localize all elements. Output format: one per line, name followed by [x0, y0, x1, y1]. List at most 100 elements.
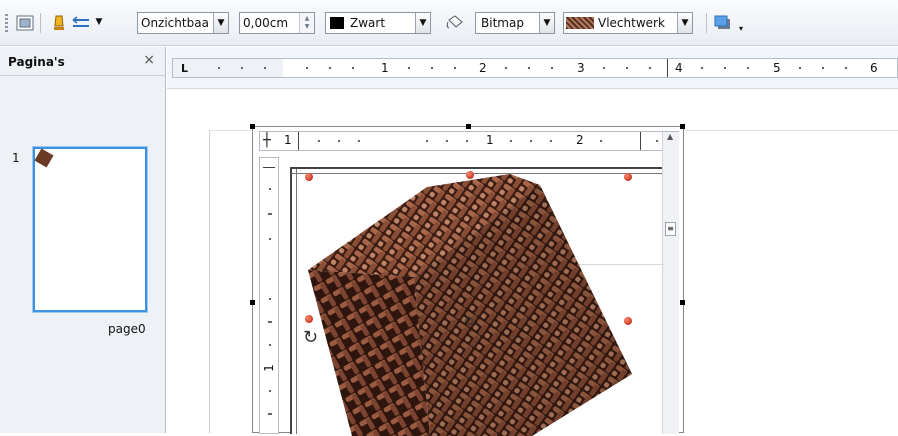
line-arrows-icon[interactable]	[70, 12, 92, 34]
pages-panel: Pagina's × 1 page0	[0, 47, 166, 433]
close-icon[interactable]: ×	[143, 52, 155, 68]
shadow-icon[interactable]	[712, 12, 734, 34]
embedded-object-frame[interactable]: ┼ 1 1 2 1 ▲ ≡ ↻	[250, 124, 685, 436]
selection-handle[interactable]	[466, 171, 474, 179]
ruler-tick	[241, 67, 243, 69]
page-name: page0	[108, 322, 146, 336]
ruler-tick	[505, 67, 507, 69]
toolbar-grip[interactable]	[5, 14, 8, 32]
ruler-tick	[466, 140, 468, 142]
ruler-tick	[306, 67, 308, 69]
horizontal-ruler[interactable]: L 1 2 3 4 5 6	[172, 58, 898, 78]
selection-handle[interactable]	[305, 173, 313, 181]
chevron-down-icon[interactable]: ▼	[94, 16, 104, 28]
ruler-tick	[603, 67, 605, 69]
line-style-select[interactable]: Onzichtbaa ▼	[137, 12, 229, 34]
ruler-tick	[269, 188, 271, 190]
panel-title: Pagina's	[8, 55, 65, 69]
ruler-area: L 1 2 3 4 5 6	[167, 47, 898, 89]
ruler-tick	[329, 67, 331, 69]
inner-vertical-ruler[interactable]: 1	[259, 157, 279, 434]
resize-handle[interactable]	[250, 124, 255, 129]
indent-marker[interactable]	[298, 132, 299, 150]
ruler-tick	[550, 140, 552, 142]
ruler-number: 2	[576, 133, 584, 147]
ruler-number: 4	[675, 61, 683, 75]
selection-handle[interactable]	[624, 317, 632, 325]
ruler-tick	[408, 67, 410, 69]
vertical-scrollbar[interactable]: ▲ ≡	[662, 132, 679, 434]
ruler-number: 6	[870, 61, 878, 75]
line-color-swatch	[330, 17, 344, 29]
ruler-tick	[530, 140, 532, 142]
ruler-tick	[626, 67, 628, 69]
area-fill-value: Vlechtwerk	[598, 16, 665, 30]
scroll-thumb-icon[interactable]: ≡	[665, 222, 676, 236]
ruler-tick	[845, 67, 847, 69]
ruler-number: 1	[381, 61, 389, 75]
chevron-down-icon[interactable]: ▼	[677, 13, 692, 33]
page-number: 1	[12, 151, 20, 165]
ruler-tick	[724, 67, 726, 69]
ruler-tick	[510, 140, 512, 142]
woven-cube-image[interactable]	[292, 169, 664, 436]
resize-handle[interactable]	[466, 124, 471, 129]
ruler-tick	[268, 413, 272, 415]
toolbar-separator	[706, 13, 707, 33]
inner-horizontal-ruler[interactable]: ┼ 1 1 2	[259, 131, 679, 151]
cube-thumbnail-image	[34, 148, 54, 168]
ruler-number: 1	[261, 364, 276, 372]
spin-arrows-icon[interactable]: ▲ ▼	[299, 13, 314, 33]
ruler-tick	[269, 238, 271, 240]
toolbar-overflow-icon[interactable]: ▾	[736, 22, 746, 34]
rotate-icon[interactable]: ↻	[303, 327, 318, 348]
inner-drawing-page[interactable]	[290, 167, 664, 436]
resize-handle[interactable]	[680, 300, 685, 305]
ruler-tick	[446, 140, 448, 142]
ruler-tick	[269, 298, 271, 300]
chevron-down-icon[interactable]: ▼	[213, 13, 228, 33]
selection-handle[interactable]	[624, 173, 632, 181]
divider	[0, 75, 165, 76]
chevron-down-icon[interactable]: ▼	[539, 13, 554, 33]
ruler-tick	[269, 344, 271, 346]
ruler-tick	[600, 140, 602, 142]
ruler-tick	[338, 140, 340, 142]
line-width-spinbox[interactable]: 0,00cm ▲ ▼	[239, 12, 315, 34]
ruler-tick	[352, 67, 354, 69]
ruler-number: 5	[773, 61, 781, 75]
ruler-tick	[431, 67, 433, 69]
fill-bucket-icon[interactable]	[48, 12, 70, 34]
area-style-select[interactable]: Bitmap ▼	[475, 12, 555, 34]
ruler-margin-marker	[263, 162, 275, 168]
ruler-tick	[268, 321, 272, 323]
ruler-tick	[269, 390, 271, 392]
page-thumbnail[interactable]	[33, 147, 147, 312]
ruler-tick	[649, 67, 651, 69]
indent-marker[interactable]	[667, 59, 668, 77]
chevron-down-icon[interactable]: ▼	[415, 13, 430, 33]
cube-left-face	[308, 270, 430, 436]
line-color-value: Zwart	[350, 16, 386, 30]
selection-handle[interactable]	[305, 315, 313, 323]
ruler-tick	[528, 67, 530, 69]
ruler-tick	[264, 67, 266, 69]
indent-marker[interactable]	[640, 132, 641, 150]
ruler-tick	[747, 67, 749, 69]
tab-stop-icon[interactable]: L	[181, 62, 188, 75]
area-fill-select[interactable]: Vlechtwerk ▼	[563, 12, 693, 34]
area-fill-icon[interactable]	[444, 12, 466, 34]
resize-handle[interactable]	[250, 300, 255, 305]
rotation-center-icon[interactable]	[465, 317, 473, 325]
ruler-tick	[822, 67, 824, 69]
ruler-number: 1	[486, 133, 494, 147]
resize-handle[interactable]	[680, 124, 685, 129]
ruler-tick	[799, 67, 801, 69]
line-color-select[interactable]: Zwart ▼	[325, 12, 431, 34]
ruler-tick	[318, 140, 320, 142]
scroll-up-icon[interactable]: ▲	[667, 132, 673, 141]
area-style-value: Bitmap	[481, 16, 524, 30]
bitmap-swatch	[566, 17, 594, 29]
document-canvas[interactable]: ┼ 1 1 2 1 ▲ ≡ ↻	[167, 90, 898, 436]
area-icon[interactable]	[14, 12, 36, 34]
